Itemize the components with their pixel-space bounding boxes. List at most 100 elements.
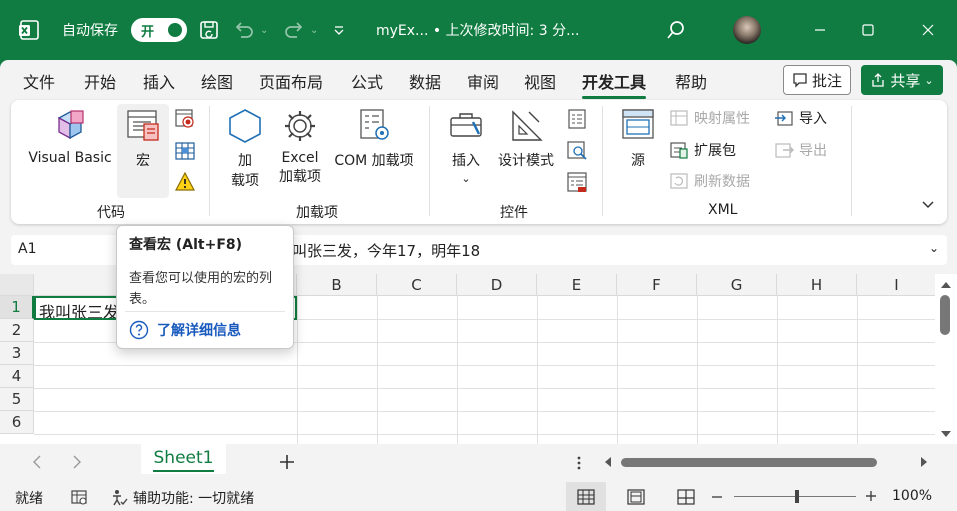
- zoom-in-icon[interactable]: [866, 491, 876, 501]
- zoom-slider-thumb[interactable]: [795, 490, 799, 503]
- row-header[interactable]: 6: [0, 411, 34, 434]
- addins-button[interactable]: 加 载项: [223, 108, 267, 190]
- group-separator: [209, 106, 210, 216]
- excel-addins-button[interactable]: Excel 加载项: [273, 108, 327, 186]
- com-addins-button[interactable]: COM 加载项: [329, 108, 419, 170]
- column-header[interactable]: C: [377, 274, 457, 296]
- scroll-right-icon[interactable]: [919, 456, 929, 468]
- relative-references-icon[interactable]: [174, 140, 196, 162]
- tab-help[interactable]: 帮助: [675, 69, 707, 93]
- row-header[interactable]: 3: [0, 342, 34, 365]
- row-header[interactable]: 5: [0, 388, 34, 411]
- xml-import-button[interactable]: 导入: [774, 108, 827, 128]
- help-icon: [129, 320, 149, 340]
- tab-data[interactable]: 数据: [409, 69, 441, 93]
- horizontal-scroll-thumb[interactable]: [621, 458, 877, 467]
- minimize-icon[interactable]: [797, 0, 843, 60]
- zoom-out-icon[interactable]: [712, 495, 722, 499]
- page-break-view-button[interactable]: [666, 482, 706, 511]
- avatar[interactable]: [733, 16, 761, 44]
- formula-text: 叫张三发，今年17，明年18: [292, 242, 481, 260]
- page-break-icon: [677, 488, 695, 505]
- expansion-packs-button[interactable]: 扩展包: [669, 140, 736, 160]
- refresh-data-icon: [670, 173, 688, 189]
- refresh-data-button[interactable]: 刷新数据: [669, 171, 750, 191]
- learn-more-link[interactable]: 了解详细信息: [129, 320, 241, 340]
- share-dropdown-icon: ⌄: [924, 73, 934, 87]
- ribbon-collapse-icon[interactable]: [921, 200, 935, 210]
- tab-insert[interactable]: 插入: [143, 69, 175, 93]
- tab-review[interactable]: 审阅: [467, 69, 499, 93]
- column-header[interactable]: H: [777, 274, 857, 296]
- row-header[interactable]: 2: [0, 319, 34, 342]
- macros-button[interactable]: 宏: [117, 108, 169, 170]
- redo-dropdown-icon[interactable]: ⌄: [310, 0, 318, 60]
- sheet-tab-sheet1[interactable]: Sheet1: [141, 444, 226, 474]
- addins-label-1: 加: [238, 153, 252, 169]
- column-header[interactable]: F: [617, 274, 697, 296]
- share-button[interactable]: 共享 ⌄: [861, 65, 943, 95]
- visual-basic-label: Visual Basic: [28, 150, 112, 166]
- zoom-level[interactable]: 100%: [892, 488, 932, 504]
- select-all-corner[interactable]: [0, 274, 34, 296]
- normal-view-button[interactable]: [566, 482, 606, 511]
- sheet-stats-icon[interactable]: [70, 488, 88, 506]
- maximize-icon[interactable]: [845, 0, 891, 60]
- gear-icon: [285, 111, 315, 141]
- column-header[interactable]: I: [857, 274, 935, 296]
- row-header[interactable]: 1: [0, 296, 34, 319]
- column-header[interactable]: D: [457, 274, 537, 296]
- design-mode-button[interactable]: 设计模式: [495, 108, 557, 170]
- tab-file[interactable]: 文件: [23, 69, 55, 93]
- search-icon[interactable]: [666, 0, 686, 60]
- map-properties-button[interactable]: 映射属性: [669, 108, 750, 128]
- document-title[interactable]: myEx... • 上次修改时间: 3 分...: [376, 0, 579, 60]
- gridline: [34, 388, 935, 389]
- previous-sheet-icon[interactable]: [32, 455, 42, 469]
- scroll-left-icon[interactable]: [603, 456, 613, 468]
- comments-label: 批注: [811, 71, 842, 90]
- page-layout-view-button[interactable]: [616, 482, 656, 511]
- xml-export-button[interactable]: 导出: [774, 140, 827, 160]
- column-header[interactable]: B: [297, 274, 377, 296]
- tab-page-layout[interactable]: 页面布局: [259, 69, 323, 93]
- visual-basic-button[interactable]: Visual Basic: [28, 108, 112, 166]
- more-options-icon[interactable]: [576, 456, 582, 470]
- ready-status: 就绪: [15, 491, 43, 507]
- add-sheet-icon[interactable]: [279, 454, 295, 470]
- accessibility-status[interactable]: 辅助功能: 一切就绪: [110, 488, 254, 508]
- next-sheet-icon[interactable]: [72, 455, 82, 469]
- xml-group-label: XML: [708, 202, 738, 218]
- view-code-icon[interactable]: [566, 140, 588, 162]
- column-header[interactable]: G: [697, 274, 777, 296]
- properties-icon[interactable]: [566, 108, 588, 130]
- macro-security-icon[interactable]: [174, 171, 196, 193]
- redo-icon[interactable]: [283, 0, 305, 60]
- formula-expand-icon[interactable]: ⌄: [929, 241, 939, 255]
- name-box[interactable]: A1: [11, 235, 131, 265]
- scroll-up-icon[interactable]: [940, 280, 952, 290]
- record-macro-icon[interactable]: [174, 108, 196, 130]
- gridline: [617, 296, 618, 444]
- tab-home[interactable]: 开始: [84, 69, 116, 93]
- undo-icon[interactable]: [233, 0, 255, 60]
- row-header[interactable]: 4: [0, 365, 34, 388]
- controls-group-label: 控件: [500, 205, 528, 221]
- save-icon[interactable]: [199, 0, 219, 60]
- xml-source-button[interactable]: 源: [616, 108, 660, 170]
- close-icon[interactable]: [905, 0, 951, 60]
- undo-dropdown-icon[interactable]: ⌄: [260, 0, 268, 60]
- column-header[interactable]: E: [537, 274, 617, 296]
- vertical-scroll-thumb[interactable]: [940, 295, 950, 335]
- insert-control-button[interactable]: 插入 ⌄: [443, 108, 489, 186]
- ribbon-tabs: 文件 开始 插入 绘图 页面布局 公式 数据 审阅 视图 开发工具 帮助 批注 …: [0, 60, 957, 100]
- tab-formulas[interactable]: 公式: [351, 69, 383, 93]
- autosave-toggle[interactable]: 开: [131, 18, 187, 42]
- tab-developer[interactable]: 开发工具: [582, 69, 647, 99]
- scroll-down-icon[interactable]: [940, 429, 952, 439]
- comments-button[interactable]: 批注: [783, 65, 851, 95]
- run-dialog-icon[interactable]: [566, 171, 588, 193]
- customize-qat-icon[interactable]: [333, 0, 345, 60]
- tab-view[interactable]: 视图: [524, 69, 556, 93]
- tab-draw[interactable]: 绘图: [201, 69, 233, 93]
